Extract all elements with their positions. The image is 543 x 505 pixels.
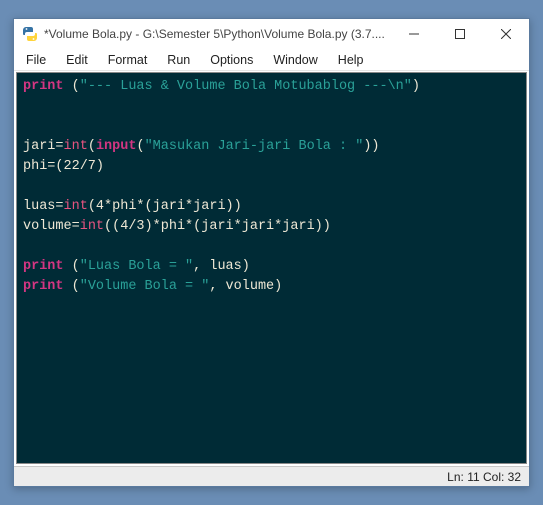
titlebar[interactable]: *Volume Bola.py - G:\Semester 5\Python\V… — [14, 19, 529, 49]
code-line: phi=(22/7) — [23, 157, 520, 177]
code-line: print ("--- Luas & Volume Bola Motubablo… — [23, 77, 520, 97]
menu-item-format[interactable]: Format — [98, 51, 158, 69]
code-line: jari=int(input("Masukan Jari-jari Bola :… — [23, 137, 520, 157]
cursor-position: Ln: 11 Col: 32 — [447, 470, 521, 484]
minimize-button[interactable] — [391, 19, 437, 49]
close-button[interactable] — [483, 19, 529, 49]
menu-item-window[interactable]: Window — [263, 51, 327, 69]
menu-item-options[interactable]: Options — [200, 51, 263, 69]
maximize-button[interactable] — [437, 19, 483, 49]
menu-item-help[interactable]: Help — [328, 51, 374, 69]
window-title: *Volume Bola.py - G:\Semester 5\Python\V… — [44, 27, 391, 41]
statusbar: Ln: 11 Col: 32 — [14, 466, 529, 486]
menu-item-file[interactable]: File — [16, 51, 56, 69]
code-line: print ("Luas Bola = ", luas) — [23, 257, 520, 277]
menu-item-run[interactable]: Run — [157, 51, 200, 69]
window-controls — [391, 19, 529, 49]
menubar: FileEditFormatRunOptionsWindowHelp — [14, 49, 529, 71]
code-line: print ("Volume Bola = ", volume) — [23, 277, 520, 297]
python-idle-icon — [22, 26, 38, 42]
code-line: luas=int(4*phi*(jari*jari)) — [23, 197, 520, 217]
idle-window: *Volume Bola.py - G:\Semester 5\Python\V… — [13, 18, 530, 487]
code-line — [23, 177, 520, 197]
code-line: volume=int((4/3)*phi*(jari*jari*jari)) — [23, 217, 520, 237]
code-editor[interactable]: print ("--- Luas & Volume Bola Motubablo… — [16, 72, 527, 464]
code-line — [23, 237, 520, 257]
code-line — [23, 97, 520, 117]
menu-item-edit[interactable]: Edit — [56, 51, 98, 69]
code-line — [23, 117, 520, 137]
